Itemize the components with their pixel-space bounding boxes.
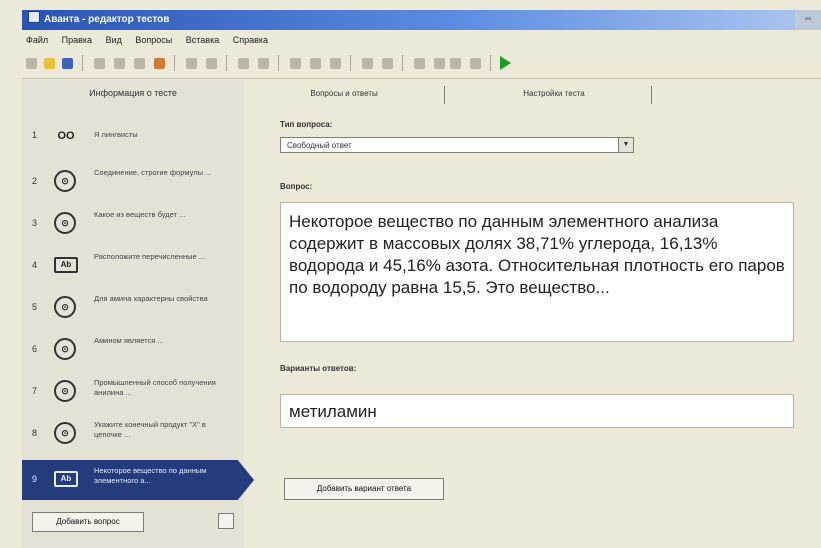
move-up-icon[interactable] xyxy=(238,58,249,69)
toolbar-separator xyxy=(226,55,227,71)
dropdown-arrow-icon[interactable] xyxy=(434,58,445,69)
question-preview: Промышленный способ получения анилина ..… xyxy=(94,378,216,397)
question-item-4[interactable]: 4 Ab Расположите перечисленные ... xyxy=(22,246,254,286)
window-controls[interactable]: ▫▫ xyxy=(795,10,821,30)
help-icon[interactable] xyxy=(470,58,481,69)
tab-divider xyxy=(651,86,652,104)
layout-icon[interactable] xyxy=(414,58,425,69)
question-number: 9 xyxy=(32,474,38,484)
question-type-value: Свободный ответ xyxy=(287,141,352,150)
answer-input[interactable]: метиламин xyxy=(280,394,794,428)
question-number: 3 xyxy=(32,218,38,228)
window-title: Аванта - редактор тестов xyxy=(44,14,170,25)
toolbar-separator xyxy=(490,55,491,71)
question-text-field[interactable]: Некоторое вещество по данным элементного… xyxy=(280,202,794,342)
move-down-icon[interactable] xyxy=(258,58,269,69)
question-preview: Некоторое вещество по данным элементного… xyxy=(94,466,207,485)
answers-label: Варианты ответов: xyxy=(280,364,357,373)
question-number: 4 xyxy=(32,260,38,270)
single-choice-icon: ⊙ xyxy=(54,212,76,234)
question-number: 5 xyxy=(32,302,38,312)
single-choice-icon: ⊙ xyxy=(54,380,76,402)
menu-questions[interactable]: Вопросы xyxy=(135,35,172,45)
toolbar-separator xyxy=(174,55,175,71)
question-preview: Какое из веществ будет ... xyxy=(94,210,186,219)
redo-icon[interactable] xyxy=(206,58,217,69)
underline-icon[interactable] xyxy=(330,58,341,69)
window-titlebar: Аванта - редактор тестов xyxy=(22,10,800,30)
menu-view[interactable]: Вид xyxy=(106,35,122,45)
menu-edit[interactable]: Правка xyxy=(62,35,92,45)
question-preview: Амином является ... xyxy=(94,336,164,345)
question-preview: Расположите перечисленные ... xyxy=(94,252,206,261)
single-choice-icon: ⊙ xyxy=(54,170,76,192)
print-icon[interactable] xyxy=(154,58,165,69)
paste-icon[interactable] xyxy=(134,58,145,69)
question-editor: Вопросы и ответы Настройки теста Тип воп… xyxy=(244,80,821,548)
question-preview: Я лингвисты xyxy=(94,130,138,139)
question-number: 7 xyxy=(32,386,38,396)
menu-insert[interactable]: Вставка xyxy=(186,35,219,45)
add-answer-button[interactable]: Добавить вариант ответа xyxy=(284,478,444,500)
picture-icon[interactable] xyxy=(362,58,373,69)
save-icon[interactable] xyxy=(62,58,73,69)
question-preview: Для амина характерны свойства xyxy=(94,294,208,303)
tab-test-settings[interactable]: Настройки теста xyxy=(464,86,644,102)
match-type-icon: OO xyxy=(57,130,75,142)
bold-icon[interactable] xyxy=(290,58,301,69)
run-test-icon[interactable] xyxy=(500,56,511,70)
menu-file[interactable]: Файл xyxy=(26,35,48,45)
cut-icon[interactable] xyxy=(94,58,105,69)
chevron-down-icon[interactable]: ▼ xyxy=(618,138,633,152)
single-choice-icon: ⊙ xyxy=(54,296,76,318)
toolbar-separator xyxy=(82,55,83,71)
question-item-3[interactable]: 3 ⊙ Какое из веществ будет ... xyxy=(22,204,254,244)
question-type-label: Тип вопроса: xyxy=(280,120,333,129)
single-choice-icon: ⊙ xyxy=(54,422,76,444)
question-item-5[interactable]: 5 ⊙ Для амина характерны свойства xyxy=(22,288,254,328)
question-number: 2 xyxy=(32,176,38,186)
toolbar-separator xyxy=(402,55,403,71)
table-icon[interactable] xyxy=(382,58,393,69)
question-item-8[interactable]: 8 ⊙ Укажите конечный продукт "Х" в цепоч… xyxy=(22,414,254,454)
sidebar-header[interactable]: Информация о тесте xyxy=(22,88,244,98)
menu-bar: Файл Правка Вид Вопросы Вставка Справка xyxy=(22,32,821,49)
undo-icon[interactable] xyxy=(186,58,197,69)
toolbar-separator xyxy=(350,55,351,71)
question-number: 6 xyxy=(32,344,38,354)
question-item-2[interactable]: 2 ⊙ Соединение, строгие формулы ... xyxy=(22,162,254,202)
tab-divider xyxy=(444,86,445,104)
ordering-type-icon: Ab xyxy=(54,257,78,273)
single-choice-icon: ⊙ xyxy=(54,338,76,360)
toolbar xyxy=(22,50,821,79)
question-item-7[interactable]: 7 ⊙ Промышленный способ получения анилин… xyxy=(22,372,254,412)
app-icon xyxy=(28,11,40,23)
question-number: 1 xyxy=(32,130,38,140)
question-item-6[interactable]: 6 ⊙ Амином является ... xyxy=(22,330,254,370)
question-preview: Укажите конечный продукт "Х" в цепочке .… xyxy=(94,420,206,439)
question-number: 8 xyxy=(32,428,38,438)
delete-question-icon[interactable] xyxy=(218,513,234,529)
question-item-1[interactable]: 1 OO Я лингвисты xyxy=(22,116,254,156)
settings-icon[interactable] xyxy=(450,58,461,69)
menu-help[interactable]: Справка xyxy=(233,35,268,45)
open-folder-icon[interactable] xyxy=(44,58,55,69)
toolbar-separator xyxy=(278,55,279,71)
copy-icon[interactable] xyxy=(114,58,125,69)
new-file-icon[interactable] xyxy=(26,58,37,69)
question-list-panel: Информация о тесте 1 OO Я лингвисты 2 ⊙ … xyxy=(22,80,254,548)
tab-questions-answers[interactable]: Вопросы и ответы xyxy=(264,86,424,102)
add-question-button[interactable]: Добавить вопрос xyxy=(32,512,144,532)
italic-icon[interactable] xyxy=(310,58,321,69)
question-label: Вопрос: xyxy=(280,182,313,191)
question-item-9-selected[interactable]: 9 Ab Некоторое вещество по данным элемен… xyxy=(22,460,254,500)
question-type-select[interactable]: Свободный ответ ▼ xyxy=(280,137,634,153)
free-answer-type-icon: Ab xyxy=(54,471,78,487)
question-preview: Соединение, строгие формулы ... xyxy=(94,168,212,177)
